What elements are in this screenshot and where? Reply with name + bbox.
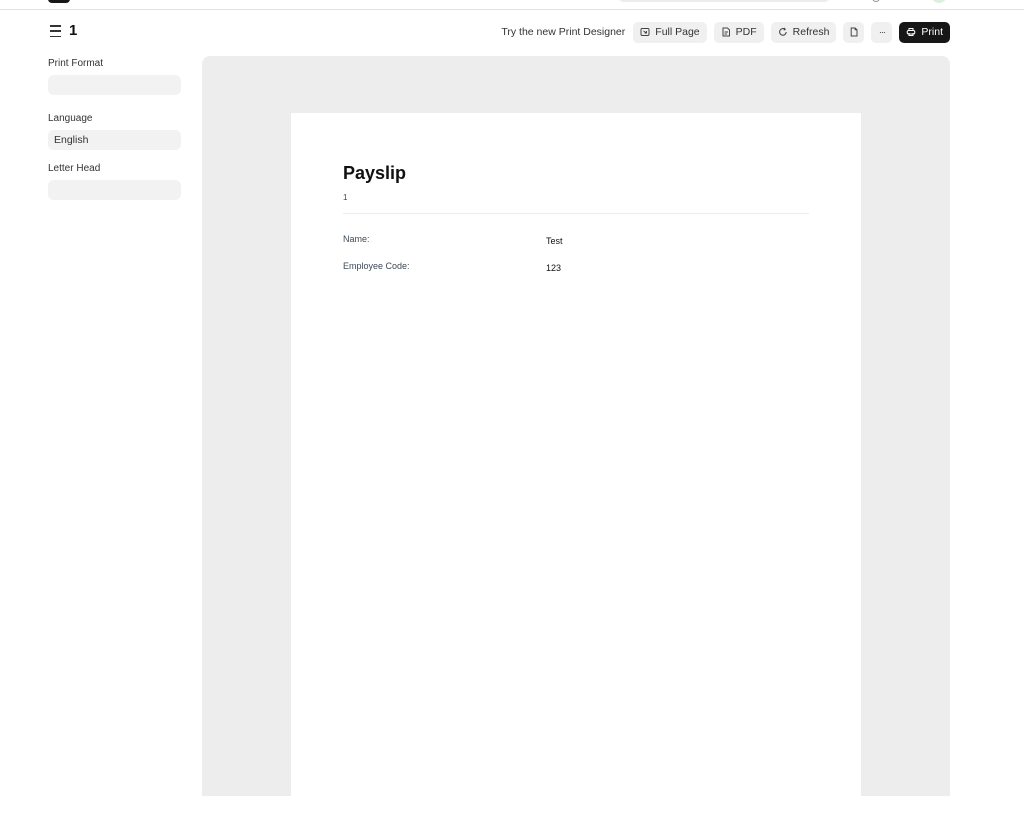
letter-head-field: Letter Head <box>48 162 181 200</box>
print-preview-sheet: Payslip 1 Name: Test Employee Code: 123 <box>291 113 861 813</box>
user-avatar[interactable] <box>931 0 947 3</box>
print-format-field: Print Format <box>48 57 181 95</box>
pdf-button[interactable]: PDF <box>713 21 764 43</box>
full-page-label: Full Page <box>655 26 700 38</box>
full-page-button[interactable]: Full Page <box>633 21 707 43</box>
more-dots-icon: ··· <box>878 27 886 37</box>
refresh-label: Refresh <box>792 26 830 38</box>
field-value: 123 <box>546 263 562 273</box>
print-settings-sidebar: Print Format Language English Letter Hea… <box>48 57 181 214</box>
page-header: 1 Try the new Print Designer Full Page P… <box>48 20 950 44</box>
notification-bell-icon[interactable] <box>872 0 880 2</box>
print-label: Print <box>921 26 943 38</box>
page-title: 1 <box>69 22 78 39</box>
document-divider <box>343 213 809 214</box>
document-title: Payslip <box>343 163 407 183</box>
language-label: Language <box>48 113 93 124</box>
language-field: Language English <box>48 112 181 150</box>
hamburger-menu-icon[interactable] <box>50 25 61 37</box>
print-button[interactable]: Print <box>899 21 950 43</box>
field-row-name: Name: Test <box>343 234 809 248</box>
field-label: Name: <box>343 234 370 244</box>
print-format-select[interactable] <box>48 75 181 95</box>
try-print-designer-link[interactable]: Try the new Print Designer <box>501 26 625 38</box>
field-label: Employee Code: <box>343 261 410 271</box>
toolbar-actions: Try the new Print Designer Full Page PDF… <box>501 21 950 43</box>
letter-head-select[interactable] <box>48 180 181 200</box>
refresh-icon <box>778 27 787 36</box>
letter-head-label: Letter Head <box>48 163 101 174</box>
field-value: Test <box>546 236 563 246</box>
printer-icon <box>907 28 916 36</box>
document-view-button[interactable] <box>843 21 865 43</box>
full-page-icon <box>640 28 650 36</box>
print-format-label: Print Format <box>48 58 104 69</box>
document-number: 1 <box>343 193 348 202</box>
print-preview-area[interactable]: Payslip 1 Name: Test Employee Code: 123 <box>202 56 950 813</box>
more-options-button[interactable]: ··· <box>871 21 893 43</box>
top-navbar <box>0 0 1024 10</box>
file-icon <box>850 27 858 37</box>
refresh-button[interactable]: Refresh <box>770 21 837 43</box>
navbar-search-input[interactable] <box>618 0 830 2</box>
pdf-label: PDF <box>735 26 757 38</box>
pdf-file-icon <box>722 27 730 37</box>
field-row-employee-code: Employee Code: 123 <box>343 261 809 275</box>
language-select[interactable]: English <box>48 130 181 150</box>
app-logo[interactable] <box>48 0 70 3</box>
